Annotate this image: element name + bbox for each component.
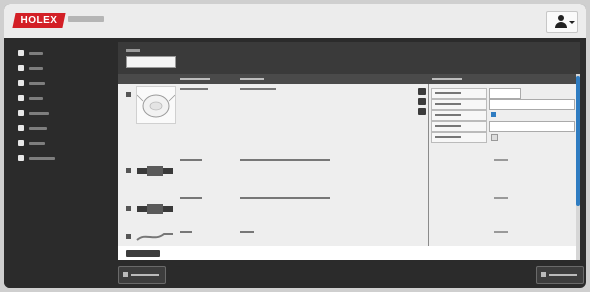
detail-label-1-illegible <box>431 88 487 99</box>
table-row[interactable] <box>118 84 576 153</box>
sidebar-item-1-label-illegible <box>29 52 43 55</box>
caret-down-icon <box>569 21 575 24</box>
detail-value-illegible <box>494 231 508 233</box>
description-illegible <box>240 88 276 90</box>
collet-icon <box>137 204 173 214</box>
save-button-illegible[interactable] <box>118 266 166 284</box>
product-image-collet <box>136 164 174 178</box>
scrollbar-thumb[interactable] <box>576 76 580 206</box>
key-icon <box>18 125 24 131</box>
table-action-button-illegible[interactable] <box>126 250 160 257</box>
sidebar-item-5-label-illegible <box>29 112 49 115</box>
sidebar-nav <box>4 38 104 288</box>
edit-icon[interactable] <box>418 88 426 95</box>
sidebar-item-3-label-illegible <box>29 82 45 85</box>
detail-value-illegible <box>494 197 508 199</box>
sidebar-item-2-label-illegible <box>29 67 43 70</box>
col-header-description-illegible <box>240 78 264 80</box>
table-row[interactable] <box>118 190 576 229</box>
save-button-label-illegible <box>131 274 159 276</box>
detail-value-illegible <box>494 159 508 161</box>
holex-logo[interactable]: HOLEX <box>12 13 66 28</box>
detail-label-3-illegible <box>431 110 487 121</box>
col-header-article-no-illegible <box>180 78 210 80</box>
delete-icon[interactable] <box>418 108 426 115</box>
top-bar: HOLEX <box>4 4 586 38</box>
article-number-illegible <box>180 197 202 199</box>
user-icon <box>558 15 564 21</box>
sidebar-item-7-label-illegible <box>29 142 45 145</box>
column-separator <box>428 84 429 152</box>
detail-select[interactable] <box>489 121 575 132</box>
save-icon <box>123 272 128 277</box>
mask-icon <box>136 94 176 118</box>
column-separator <box>428 228 429 246</box>
submit-icon <box>541 272 546 277</box>
box-icon <box>18 110 24 116</box>
user-icon <box>18 80 24 86</box>
checkbox-unchecked[interactable] <box>491 134 498 141</box>
row-actions <box>418 84 426 120</box>
detail-form <box>431 88 575 148</box>
app-window: HOLEX <box>4 4 586 288</box>
article-number-illegible <box>180 159 202 161</box>
column-separator <box>428 190 429 228</box>
detail-label-4-illegible <box>431 121 487 132</box>
user-menu-button[interactable] <box>546 11 578 33</box>
sidebar-item-6-label-illegible <box>29 127 47 130</box>
tool-icon <box>136 233 173 241</box>
article-number-illegible <box>180 231 192 233</box>
user-icon-body <box>555 22 567 28</box>
expand-icon[interactable] <box>126 234 131 239</box>
refresh-icon <box>18 95 24 101</box>
description-illegible <box>240 197 330 199</box>
product-image-collet <box>136 202 174 216</box>
expand-icon[interactable] <box>126 92 131 97</box>
quantity-field[interactable] <box>489 88 521 99</box>
table-row[interactable] <box>118 228 576 246</box>
table-row[interactable] <box>118 152 576 191</box>
col-header-details-illegible <box>432 78 462 80</box>
submit-button-label-illegible <box>549 274 577 276</box>
logo-subtitle-illegible <box>68 16 104 22</box>
filter-label-illegible <box>126 49 140 52</box>
detail-label-2-illegible <box>431 99 487 110</box>
tools-icon <box>18 155 24 161</box>
description-illegible <box>240 159 330 161</box>
article-number-illegible <box>180 88 208 90</box>
list-icon <box>18 65 24 71</box>
submit-button-illegible[interactable] <box>536 266 584 284</box>
column-header-row <box>118 74 580 84</box>
sidebar-item-4-label-illegible <box>29 97 43 100</box>
home-icon <box>18 50 24 56</box>
product-image-tool <box>136 230 174 244</box>
expand-icon[interactable] <box>126 168 131 173</box>
collet-icon <box>137 166 173 176</box>
column-separator <box>428 152 429 190</box>
panel-header <box>118 42 580 74</box>
detail-field-2[interactable] <box>489 99 575 110</box>
logo-text: HOLEX <box>20 15 58 26</box>
checkbox[interactable] <box>491 112 496 117</box>
detail-label-5-illegible <box>431 132 487 143</box>
description-illegible <box>240 231 254 233</box>
wrench-icon <box>18 140 24 146</box>
filter-input[interactable] <box>126 56 176 68</box>
sidebar-item-8-label-illegible <box>29 157 55 160</box>
product-image-mask <box>136 86 176 124</box>
article-panel <box>118 42 580 260</box>
expand-icon[interactable] <box>126 206 131 211</box>
copy-icon[interactable] <box>418 98 426 105</box>
